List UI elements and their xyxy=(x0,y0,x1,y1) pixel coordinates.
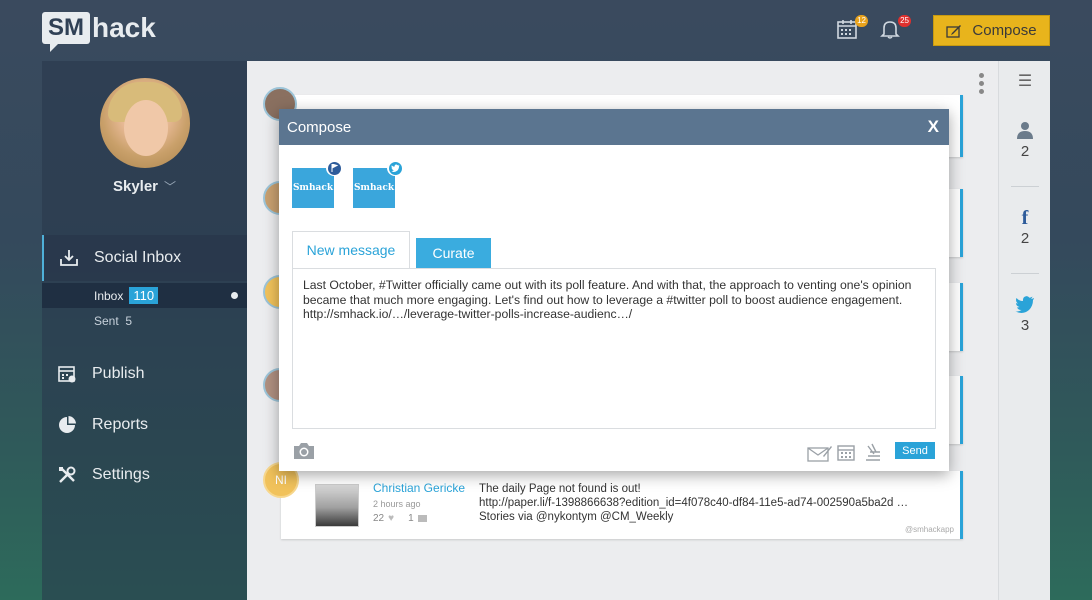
envelope-button[interactable] xyxy=(807,444,833,467)
nav-publish-label: Publish xyxy=(92,365,145,382)
hamburger-menu-icon[interactable]: ☰ xyxy=(999,71,1051,91)
more-options-icon[interactable] xyxy=(979,73,985,97)
close-button[interactable]: X xyxy=(928,117,939,137)
comment-icon[interactable] xyxy=(417,515,427,522)
app-logo[interactable]: SM hack xyxy=(42,12,156,52)
facebook-count: 2 xyxy=(1020,230,1030,247)
heart-icon[interactable]: ♥ xyxy=(388,513,394,524)
post-source: @smhackapp xyxy=(904,525,954,534)
post-text-line: Stories via @nykontym @CM_Weekly xyxy=(479,511,674,523)
notifications-button[interactable]: 25 xyxy=(879,15,911,44)
twitter-badge xyxy=(387,160,403,176)
compose-modal: Compose X Smhack Smhack New message Cura… xyxy=(279,109,949,471)
flag-badge xyxy=(326,160,342,176)
sent-label: Sent xyxy=(94,314,119,328)
post-author[interactable]: Christian Gericke xyxy=(373,481,465,495)
feed-card-christian[interactable]: Christian Gericke 2 hours ago 22 ♥ 1 The… xyxy=(281,471,963,539)
envelope-pen-icon xyxy=(807,446,832,462)
post-text-line: The daily Page not found is out! xyxy=(479,483,641,495)
user-icon xyxy=(1017,122,1033,139)
twitter-icon xyxy=(388,161,402,175)
account-label: Smhack xyxy=(353,183,395,193)
user-avatar[interactable] xyxy=(100,78,190,168)
nav-sent[interactable]: Sent 5 xyxy=(94,314,132,328)
send-button[interactable]: Send xyxy=(895,442,935,459)
sidebar: Skyler ﹀ Social Inbox Inbox 110 Sent 5 Pu… xyxy=(42,61,247,600)
nav-settings-label: Settings xyxy=(92,466,150,483)
inbox-download-icon xyxy=(58,247,80,269)
pie-chart-icon xyxy=(56,414,78,436)
nav-reports-label: Reports xyxy=(92,416,149,433)
chevron-down-icon: ﹀ xyxy=(164,180,177,194)
post-text-link[interactable]: http://paper.li/f-1398866638?edition_id=… xyxy=(479,496,949,510)
post-time: 2 hours ago xyxy=(373,499,421,509)
bulk-button[interactable] xyxy=(864,442,882,467)
user-menu[interactable]: Skyler ﹀ xyxy=(42,178,247,195)
divider xyxy=(1011,186,1039,187)
users-count: 2 xyxy=(1020,143,1030,160)
calendar-icon xyxy=(837,445,855,461)
nav-publish[interactable]: Publish xyxy=(42,351,247,397)
tab-curate[interactable]: Curate xyxy=(416,238,491,268)
post-author-photo[interactable] xyxy=(315,484,359,527)
inbox-label: Inbox xyxy=(94,288,124,303)
stack-icon xyxy=(866,443,880,461)
unread-dot xyxy=(231,292,238,299)
post-text: The daily Page not found is out! http://… xyxy=(479,482,949,524)
tab-new-message[interactable]: New message xyxy=(292,231,410,268)
compose-icon xyxy=(946,24,962,38)
twitter-icon xyxy=(1015,296,1034,313)
sent-count: 5 xyxy=(125,314,133,328)
account-facebook-page[interactable]: Smhack xyxy=(292,160,342,208)
post-stats: 22 ♥ 1 xyxy=(373,513,427,524)
camera-button[interactable] xyxy=(292,442,316,465)
message-textarea[interactable]: Last October, #Twitter officially came o… xyxy=(292,268,936,429)
facebook-icon: f xyxy=(1021,207,1029,229)
account-twitter[interactable]: Smhack xyxy=(353,160,403,208)
tools-icon xyxy=(56,464,78,486)
account-label: Smhack xyxy=(292,183,334,193)
nav-settings[interactable]: Settings xyxy=(42,452,247,498)
schedule-button[interactable] xyxy=(836,442,856,467)
likes-count: 22 xyxy=(373,513,385,524)
twitter-count: 3 xyxy=(1020,317,1030,334)
modal-title: Compose xyxy=(287,118,352,136)
inbox-count: 110 xyxy=(129,287,159,304)
avatar-face xyxy=(124,100,168,156)
camera-icon xyxy=(294,443,314,459)
nav-inbox[interactable]: Inbox 110 xyxy=(42,283,247,308)
flag-icon xyxy=(327,161,341,175)
calendar-badge: 12 xyxy=(855,15,868,27)
publish-calendar-icon xyxy=(56,363,78,385)
modal-header: Compose X xyxy=(279,109,949,145)
logo-mark: SM xyxy=(42,12,90,52)
nav-social-inbox[interactable]: Social Inbox xyxy=(42,235,247,281)
nav-social-inbox-label: Social Inbox xyxy=(94,249,182,266)
compose-button[interactable]: Compose xyxy=(933,15,1050,46)
notification-badge: 25 xyxy=(898,15,911,27)
filter-all-users[interactable]: 2 xyxy=(999,121,1051,160)
user-name: Skyler xyxy=(112,178,159,195)
filter-twitter[interactable]: 3 xyxy=(999,295,1051,334)
divider xyxy=(1011,273,1039,274)
compose-button-label: Compose xyxy=(972,22,1037,39)
nav-reports[interactable]: Reports xyxy=(42,402,247,448)
calendar-button[interactable]: 12 xyxy=(836,15,868,44)
comments-count: 1 xyxy=(408,513,414,524)
filter-facebook[interactable]: f 2 xyxy=(999,207,1051,247)
account-filter-panel: ☰ 2 f 2 3 xyxy=(998,61,1050,600)
logo-text: hack xyxy=(92,12,156,43)
